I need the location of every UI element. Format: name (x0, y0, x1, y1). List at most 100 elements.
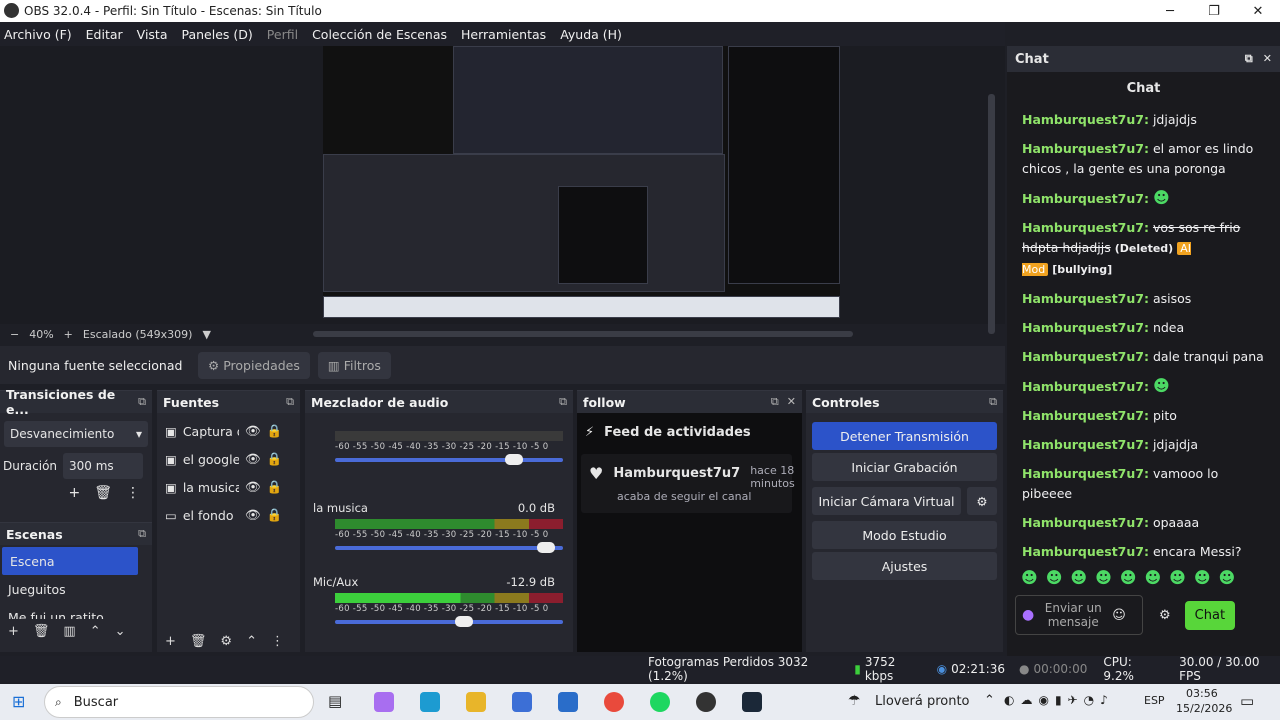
scale-dropdown-icon[interactable]: ▼ (202, 328, 210, 341)
duration-input[interactable]: 300 ms (63, 453, 144, 479)
mic-icon[interactable]: ● (1022, 607, 1034, 623)
menu-perfil[interactable]: Perfil (267, 27, 298, 42)
filter-icon[interactable]: ▥ (63, 624, 75, 639)
emote-icon[interactable]: ☻ (1046, 568, 1063, 587)
menu-coleccion[interactable]: Colección de Escenas (312, 27, 447, 42)
chevron-up-icon[interactable]: ⌃ (246, 634, 257, 649)
menu-herramientas[interactable]: Herramientas (461, 27, 546, 42)
volume-knob[interactable] (455, 616, 473, 627)
undock-icon[interactable]: ⧉ (286, 395, 294, 409)
preview-area[interactable] (0, 46, 1005, 334)
steam-icon[interactable] (742, 692, 762, 712)
preview-vertical-scrollbar[interactable] (988, 94, 995, 334)
filters-button[interactable]: ▥ Filtros (317, 351, 391, 379)
clock-date[interactable]: 15/2/2026 (1176, 702, 1232, 715)
chat-send-button[interactable]: Chat (1184, 600, 1236, 630)
eye-icon[interactable]: 👁 (245, 451, 261, 467)
chat-username[interactable]: Hamburquest7u7: (1022, 112, 1149, 127)
emote-icon[interactable]: ☻ (1194, 568, 1211, 587)
lock-icon[interactable]: 🔒 (267, 451, 283, 467)
windows-start-icon[interactable]: ⊞ (12, 692, 25, 711)
menu-archivo[interactable]: Archivo (F) (4, 27, 72, 42)
store-icon[interactable] (512, 692, 532, 712)
emote-icon[interactable]: ☻ (1144, 568, 1161, 587)
chat-message-list[interactable]: Hamburquest7u7: jdjajdjs Hamburquest7u7: … (1007, 104, 1280, 566)
undock-icon[interactable]: ⧉ (559, 395, 567, 409)
zoom-out-icon[interactable]: − (10, 328, 19, 341)
obs-icon[interactable] (696, 692, 716, 712)
weather-text[interactable]: Lloverá pronto (875, 694, 970, 709)
lock-icon[interactable]: 🔒 (267, 423, 283, 439)
chrome-icon[interactable] (604, 692, 624, 712)
gear-icon[interactable]: ⚙ (220, 634, 232, 649)
undock-icon[interactable]: ⧉ (1245, 52, 1253, 66)
zoom-in-icon[interactable]: + (64, 328, 73, 341)
emote-icon[interactable]: ☻ (1070, 568, 1087, 587)
source-item[interactable]: ▣ la musica 👁 🔒 (157, 473, 300, 501)
volume-knob[interactable] (537, 542, 555, 553)
taskbar-search[interactable]: ⌕ Buscar (44, 686, 314, 718)
chat-input[interactable]: ● Enviar un mensaje ☺ (1015, 595, 1143, 635)
start-recording-button[interactable]: Iniciar Grabación (812, 453, 997, 481)
emote-icon[interactable]: ☻ (1021, 568, 1038, 587)
chevron-up-icon[interactable]: ⌃ (90, 624, 101, 639)
menu-vista[interactable]: Vista (137, 27, 168, 42)
maximize-button[interactable]: ❐ (1192, 0, 1236, 22)
tray-icons[interactable]: ◐☁◉▮✈◔♪ (1004, 693, 1114, 707)
notification-icon[interactable]: ▭ (1240, 692, 1254, 710)
file-explorer-icon[interactable] (466, 692, 486, 712)
minimize-button[interactable]: ─ (1148, 0, 1192, 22)
volume-knob[interactable] (505, 454, 523, 465)
stop-streaming-button[interactable]: Detener Transmisión (812, 422, 997, 450)
chat-username[interactable]: Hamburquest7u7: (1022, 544, 1149, 559)
chat-username[interactable]: Hamburquest7u7: (1022, 437, 1149, 452)
preview-horizontal-scrollbar[interactable] (313, 331, 853, 337)
menu-ayuda[interactable]: Ayuda (H) (560, 27, 622, 42)
close-button[interactable]: ✕ (1236, 0, 1280, 22)
start-virtual-camera-button[interactable]: Iniciar Cámara Virtual (812, 487, 961, 515)
source-item[interactable]: ▣ Captura d 👁 🔒 (157, 417, 300, 445)
settings-button[interactable]: Ajustes (812, 552, 997, 580)
virtual-camera-settings-gear-icon[interactable]: ⚙ (967, 487, 997, 515)
edge-icon[interactable] (420, 692, 440, 712)
gear-icon[interactable]: ⚙ (1159, 608, 1171, 623)
lock-icon[interactable]: 🔒 (267, 507, 283, 523)
emote-icon[interactable]: ☻ (1095, 568, 1112, 587)
task-view-icon[interactable]: ▤ (328, 692, 342, 710)
chat-username[interactable]: Hamburquest7u7: (1022, 466, 1149, 481)
chat-username[interactable]: Hamburquest7u7: (1022, 191, 1149, 206)
mail-icon[interactable] (558, 692, 578, 712)
chat-username[interactable]: Hamburquest7u7: (1022, 349, 1149, 364)
add-icon[interactable]: + (8, 624, 19, 639)
emote-icon[interactable]: ☻ (1120, 568, 1137, 587)
trash-icon[interactable]: 🗑 (94, 485, 112, 501)
chat-username[interactable]: Hamburquest7u7: (1022, 320, 1149, 335)
emote-icon[interactable]: ☻ (1169, 568, 1186, 587)
chat-username[interactable]: Hamburquest7u7: (1022, 515, 1149, 530)
emoji-icon[interactable]: ☺ (1112, 608, 1126, 623)
chevron-down-icon[interactable]: ⌄ (115, 624, 126, 639)
preview-canvas[interactable] (323, 46, 840, 318)
source-item[interactable]: ▣ el google 👁 🔒 (157, 445, 300, 473)
tray-chevron-up-icon[interactable]: ⌃ (984, 693, 995, 708)
undock-icon[interactable]: ⧉ (989, 395, 997, 409)
chat-username[interactable]: Hamburquest7u7: (1022, 141, 1149, 156)
lock-icon[interactable]: 🔒 (267, 479, 283, 495)
eye-icon[interactable]: 👁 (245, 507, 261, 523)
chat-username[interactable]: Hamburquest7u7: (1022, 408, 1149, 423)
close-icon[interactable]: ✕ (787, 395, 796, 409)
clock-time[interactable]: 03:56 (1186, 687, 1218, 700)
source-item[interactable]: ▭ el fondo 👁 🔒 (157, 501, 300, 529)
volume-slider[interactable] (335, 616, 563, 627)
undock-icon[interactable]: ⧉ (138, 395, 146, 409)
add-icon[interactable]: + (68, 485, 80, 501)
chat-username[interactable]: Hamburquest7u7: (1022, 220, 1149, 235)
emote-icon[interactable]: ☻ (1219, 568, 1236, 587)
volume-slider[interactable] (335, 542, 563, 553)
properties-button[interactable]: ⚙ Propiedades (198, 351, 310, 379)
scene-item[interactable]: Escena (2, 547, 138, 575)
menu-paneles[interactable]: Paneles (D) (182, 27, 253, 42)
studio-mode-button[interactable]: Modo Estudio (812, 521, 997, 549)
copilot-icon[interactable] (374, 692, 394, 712)
trash-icon[interactable]: 🗑 (33, 624, 50, 639)
